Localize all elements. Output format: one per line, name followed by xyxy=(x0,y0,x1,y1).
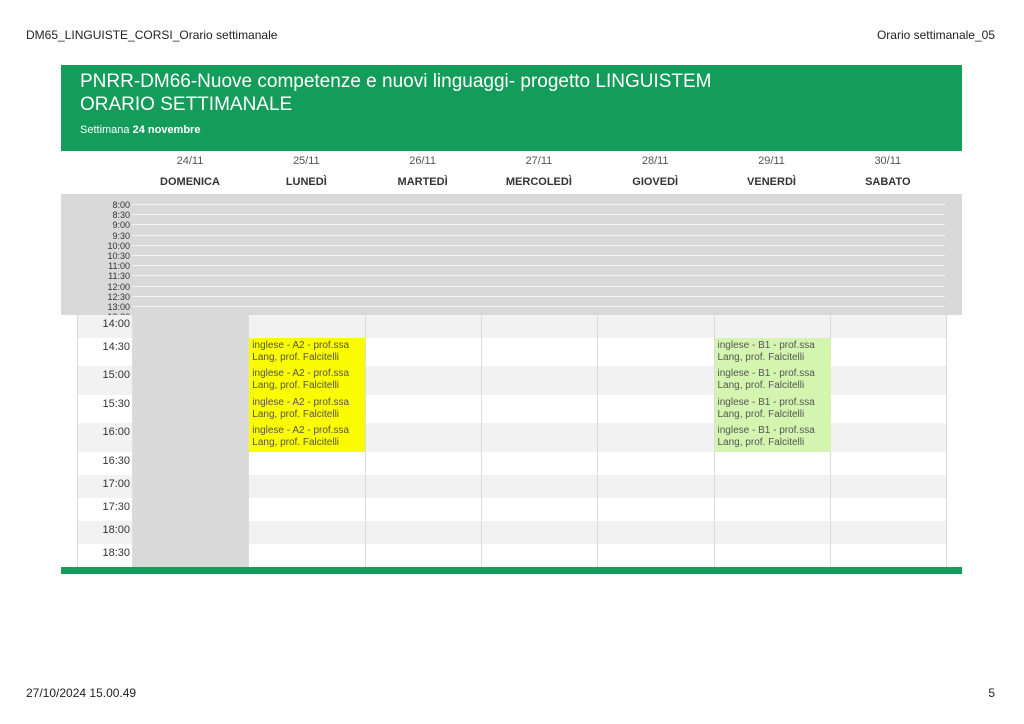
banner-title: PNRR-DM66-Nuove competenze e nuovi lingu… xyxy=(80,71,712,92)
compressed-time-line xyxy=(132,204,945,205)
compressed-time-label: 9:00 xyxy=(112,221,130,229)
event-line1: inglese - B1 - prof.ssa xyxy=(717,397,815,408)
compressed-time-line xyxy=(132,214,945,216)
day-date: 27/11 xyxy=(525,155,553,167)
day-date: 29/11 xyxy=(758,155,785,167)
time-label: 17:00 xyxy=(102,478,130,490)
schedule-event[interactable]: inglese - A2 - prof.ssa Lang, prof. Falci… xyxy=(249,395,366,423)
event-line2: Lang, prof. Falcitelli xyxy=(717,437,805,448)
compressed-time-line xyxy=(132,224,945,226)
day-header: 28/11 GIOVEDÌ xyxy=(597,155,713,188)
compressed-time-label: 13:00 xyxy=(107,303,130,310)
schedule-event[interactable]: inglese - A2 - prof.ssa Lang, prof. Falci… xyxy=(249,423,366,452)
time-label: 15:00 xyxy=(102,369,130,381)
compressed-time-label: 11:30 xyxy=(108,272,130,280)
event-line2: Lang, prof. Falcitelli xyxy=(252,437,340,448)
day-date: 28/11 xyxy=(641,155,669,167)
schedule-event[interactable]: inglese - B1 - prof.ssa Lang, prof. Falci… xyxy=(714,338,831,366)
day-date: 26/11 xyxy=(409,155,436,167)
day-name: MERCOLEDÌ xyxy=(505,176,572,188)
grid-line xyxy=(77,315,78,567)
compressed-time-label: 12:00 xyxy=(107,282,130,290)
compressed-time-line xyxy=(132,306,945,307)
day-date: 30/11 xyxy=(874,155,902,167)
event-line1: inglese - A2 - prof.ssa xyxy=(252,425,350,436)
day-name: LUNEDÌ xyxy=(285,176,327,188)
event-line2: Lang, prof. Falcitelli xyxy=(252,409,340,420)
grid-line xyxy=(480,315,482,567)
grid-line xyxy=(132,315,133,567)
day-date: 24/11 xyxy=(176,155,204,167)
schedule-event[interactable]: inglese - B1 - prof.ssa Lang, prof. Falci… xyxy=(714,395,831,423)
banner-subtitle: ORARIO SETTIMANALE xyxy=(80,94,293,115)
event-line2: Lang, prof. Falcitelli xyxy=(717,380,805,391)
compressed-time-line xyxy=(132,265,945,267)
compressed-time-line xyxy=(132,255,945,256)
event-line2: Lang, prof. Falcitelli xyxy=(717,409,805,420)
day-header: 29/11 VENERDÌ xyxy=(714,155,830,188)
compressed-time-label: 10:00 xyxy=(107,241,130,249)
time-label: 18:30 xyxy=(102,547,130,559)
day-name: VENERDÌ xyxy=(747,176,796,188)
grid-line xyxy=(946,315,948,567)
event-line1: inglese - B1 - prof.ssa xyxy=(717,340,815,351)
day-header: 26/11 MARTEDÌ xyxy=(365,155,481,188)
day-header: 27/11 MERCOLEDÌ xyxy=(481,155,597,188)
event-line1: inglese - B1 - prof.ssa xyxy=(717,425,815,436)
time-label: 16:30 xyxy=(102,455,130,467)
compressed-time-label: 8:30 xyxy=(112,211,130,219)
page-number: 5 xyxy=(988,686,995,700)
time-label: 14:00 xyxy=(102,318,130,330)
compressed-time-line xyxy=(132,295,945,297)
event-line2: Lang, prof. Falcitelli xyxy=(717,352,805,363)
day-name: GIOVEDÌ xyxy=(632,176,679,188)
day-header: 30/11 SABATO xyxy=(830,155,946,188)
compressed-time-label: 8:00 xyxy=(112,201,130,208)
event-line2: Lang, prof. Falcitelli xyxy=(252,352,340,363)
compressed-time-label: 11:00 xyxy=(108,262,130,270)
day-name: MARTEDÌ xyxy=(397,176,448,188)
schedule-event[interactable]: inglese - B1 - prof.ssa Lang, prof. Falci… xyxy=(714,366,831,395)
document-section: Orario settimanale_05 xyxy=(876,28,995,42)
event-line2: Lang, prof. Falcitelli xyxy=(252,380,340,391)
compressed-time-label: 9:30 xyxy=(112,231,130,239)
day-name: DOMENICA xyxy=(160,176,220,188)
document-title: DM65_LINGUISTE_CORSI_Orario settimanale xyxy=(26,28,278,42)
week-prefix: Settimana xyxy=(80,124,130,136)
event-line1: inglese - B1 - prof.ssa xyxy=(717,368,815,379)
week-indicator: Settimana 24 novembre xyxy=(80,124,943,136)
compressed-time-label: 10:30 xyxy=(107,252,130,259)
time-label: 16:00 xyxy=(102,426,130,438)
schedule-event[interactable]: inglese - A2 - prof.ssa Lang, prof. Falci… xyxy=(249,338,366,366)
day-date: 25/11 xyxy=(292,155,320,167)
time-label: 17:30 xyxy=(102,501,130,513)
schedule-banner: PNRR-DM66-Nuove competenze e nuovi lingu… xyxy=(61,65,962,151)
print-timestamp: 27/10/2024 15.00.49 xyxy=(26,686,137,700)
bottom-bar xyxy=(61,567,962,574)
time-label: 14:30 xyxy=(102,341,130,353)
event-line1: inglese - A2 - prof.ssa xyxy=(252,340,350,351)
compressed-time-line xyxy=(132,234,945,236)
sunday-column xyxy=(132,315,248,567)
day-header: 25/11 LUNEDÌ xyxy=(248,155,364,188)
time-label: 15:30 xyxy=(102,398,130,410)
day-name: SABATO xyxy=(865,176,911,188)
schedule-event[interactable]: inglese - B1 - prof.ssa Lang, prof. Falci… xyxy=(714,423,831,452)
grid-line xyxy=(597,315,599,567)
schedule-event[interactable]: inglese - A2 - prof.ssa Lang, prof. Falci… xyxy=(249,366,366,395)
compressed-time-line xyxy=(132,275,945,277)
compressed-time-line xyxy=(132,285,945,287)
time-label: 18:00 xyxy=(102,524,130,536)
compressed-time-label: 12:30 xyxy=(107,292,130,300)
event-line1: inglese - A2 - prof.ssa xyxy=(252,368,350,379)
compressed-time-line xyxy=(132,244,945,246)
event-line1: inglese - A2 - prof.ssa xyxy=(252,397,350,408)
day-header: 24/11 DOMENICA xyxy=(132,155,248,188)
week-value: 24 novembre xyxy=(132,124,201,136)
